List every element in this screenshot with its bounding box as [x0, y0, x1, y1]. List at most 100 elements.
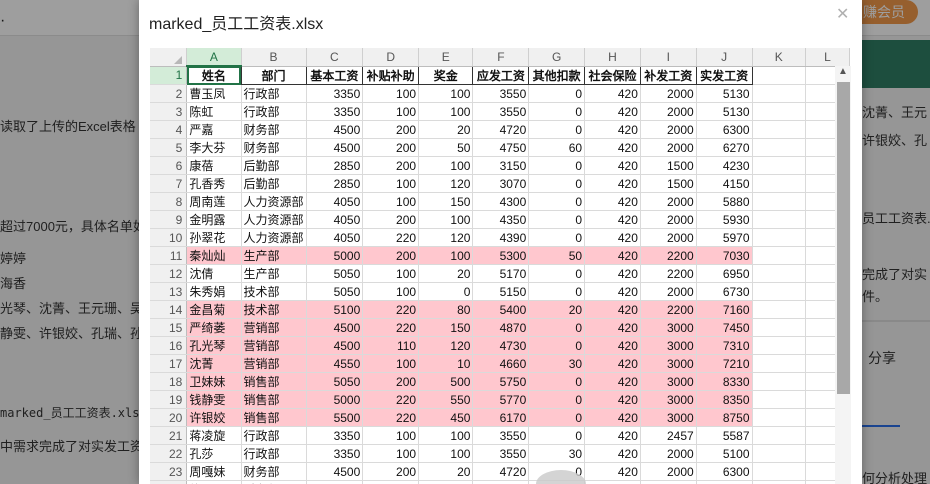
table-cell[interactable]: 200 [362, 480, 420, 484]
column-header-d[interactable]: D [362, 48, 420, 67]
table-cell[interactable]: 0 [528, 228, 586, 247]
table-cell[interactable]: 4720 [472, 120, 530, 139]
table-cell[interactable]: 100 [362, 444, 420, 463]
table-cell[interactable]: 7160 [696, 300, 753, 319]
table-cell[interactable]: 5130 [696, 102, 753, 121]
table-cell[interactable]: 420 [584, 192, 641, 211]
table-cell[interactable]: 20 [418, 462, 474, 481]
table-cell[interactable]: 8350 [696, 390, 753, 409]
table-cell[interactable]: 0 [528, 174, 586, 193]
table-cell[interactable]: 5750 [472, 372, 530, 391]
table-cell[interactable]: 0 [528, 426, 586, 445]
table-cell[interactable]: 4870 [472, 318, 530, 337]
table-cell[interactable]: 3000 [640, 354, 697, 373]
table-cell[interactable]: 人力资源部 [241, 192, 307, 211]
table-cell[interactable]: 2200 [640, 300, 697, 319]
table-cell[interactable]: 6270 [696, 138, 753, 157]
table-cell[interactable]: 4750 [472, 480, 530, 484]
table-cell[interactable]: 120 [418, 174, 474, 193]
empty-cell[interactable] [752, 372, 806, 391]
table-cell[interactable]: 100 [418, 444, 474, 463]
table-cell[interactable]: 420 [584, 300, 641, 319]
table-cell[interactable]: 3150 [472, 156, 530, 175]
table-cell[interactable]: 技术部 [241, 282, 307, 301]
table-cell[interactable]: 7210 [696, 354, 753, 373]
empty-cell[interactable] [752, 246, 806, 265]
table-cell[interactable]: 3070 [472, 174, 530, 193]
row-header[interactable]: 9 [150, 210, 188, 229]
empty-cell[interactable] [752, 138, 806, 157]
table-cell[interactable]: 0 [528, 84, 586, 103]
table-cell[interactable]: 3350 [306, 102, 364, 121]
column-header-a[interactable]: A [186, 48, 242, 67]
table-cell[interactable]: 80 [418, 300, 474, 319]
table-cell[interactable]: 5050 [306, 282, 364, 301]
header-cell[interactable]: 其他扣款 [528, 65, 586, 85]
table-cell[interactable]: 财务部 [241, 138, 307, 157]
table-cell[interactable]: 7030 [696, 246, 753, 265]
table-cell[interactable]: 4050 [306, 210, 364, 229]
table-cell[interactable]: 420 [584, 84, 641, 103]
table-cell[interactable]: 20 [528, 300, 586, 319]
table-cell[interactable]: 30 [528, 444, 586, 463]
column-header-c[interactable]: C [306, 48, 364, 67]
table-cell[interactable]: 5000 [306, 390, 364, 409]
table-cell[interactable]: 120 [418, 228, 474, 247]
table-cell[interactable]: 100 [362, 264, 420, 283]
table-cell[interactable]: 6300 [696, 462, 753, 481]
table-cell[interactable]: 420 [584, 228, 641, 247]
table-cell[interactable]: 100 [362, 174, 420, 193]
table-cell[interactable]: 100 [418, 426, 474, 445]
table-cell[interactable]: 营销部 [241, 336, 307, 355]
row-header[interactable]: 13 [150, 282, 188, 301]
spreadsheet[interactable]: A B C D E F G H I J K L 1 姓名 部门 基本工资 补贴补助 奖金 应发工资 其他扣款 社会保险补… [150, 48, 851, 484]
table-cell[interactable]: 蒋凌旋 [186, 426, 242, 445]
table-cell[interactable]: 550 [418, 390, 474, 409]
table-cell[interactable]: 2850 [306, 156, 364, 175]
column-header-j[interactable]: J [696, 48, 753, 67]
table-cell[interactable]: 7310 [696, 336, 753, 355]
empty-cell[interactable] [752, 282, 806, 301]
table-cell[interactable]: 0 [528, 192, 586, 211]
column-header-l[interactable]: L [805, 48, 851, 67]
empty-cell[interactable] [752, 174, 806, 193]
table-cell[interactable]: 0 [528, 102, 586, 121]
row-header[interactable]: 11 [150, 246, 188, 265]
table-cell[interactable]: 4350 [472, 210, 530, 229]
table-cell[interactable]: 0 [528, 282, 586, 301]
table-cell[interactable]: 420 [584, 246, 641, 265]
table-cell[interactable]: 420 [584, 264, 641, 283]
table-cell[interactable]: 0 [528, 264, 586, 283]
table-cell[interactable]: 人力资源部 [241, 228, 307, 247]
table-cell[interactable]: 金昌菊 [186, 300, 242, 319]
table-cell[interactable]: 4500 [306, 318, 364, 337]
table-cell[interactable]: 4390 [472, 228, 530, 247]
table-cell[interactable]: 10 [418, 354, 474, 373]
table-cell[interactable]: 金明露 [186, 210, 242, 229]
table-cell[interactable]: 沈菁 [186, 354, 242, 373]
table-cell[interactable]: 2000 [640, 120, 697, 139]
header-cell[interactable]: 社会保险 [584, 65, 641, 85]
row-header[interactable]: 12 [150, 264, 188, 283]
table-cell[interactable]: 60 [528, 138, 586, 157]
table-cell[interactable]: 420 [584, 372, 641, 391]
table-cell[interactable]: 200 [362, 156, 420, 175]
table-cell[interactable]: 100 [418, 210, 474, 229]
table-cell[interactable]: 4720 [472, 462, 530, 481]
table-cell[interactable]: 4500 [306, 462, 364, 481]
table-cell[interactable]: 420 [584, 390, 641, 409]
table-cell[interactable]: 2200 [640, 264, 697, 283]
scrollbar-thumb[interactable] [837, 82, 850, 394]
table-cell[interactable]: 5000 [306, 246, 364, 265]
table-cell[interactable]: 0 [418, 282, 474, 301]
table-cell[interactable]: 3350 [306, 444, 364, 463]
row-header[interactable]: 1 [150, 66, 188, 85]
table-cell[interactable]: 420 [584, 354, 641, 373]
table-cell[interactable]: 2000 [640, 444, 697, 463]
table-cell[interactable]: 0 [528, 120, 586, 139]
table-cell[interactable]: 420 [584, 120, 641, 139]
column-header-k[interactable]: K [752, 48, 806, 67]
table-cell[interactable]: 6730 [696, 282, 753, 301]
table-cell[interactable]: 220 [362, 300, 420, 319]
table-cell[interactable]: 3000 [640, 336, 697, 355]
